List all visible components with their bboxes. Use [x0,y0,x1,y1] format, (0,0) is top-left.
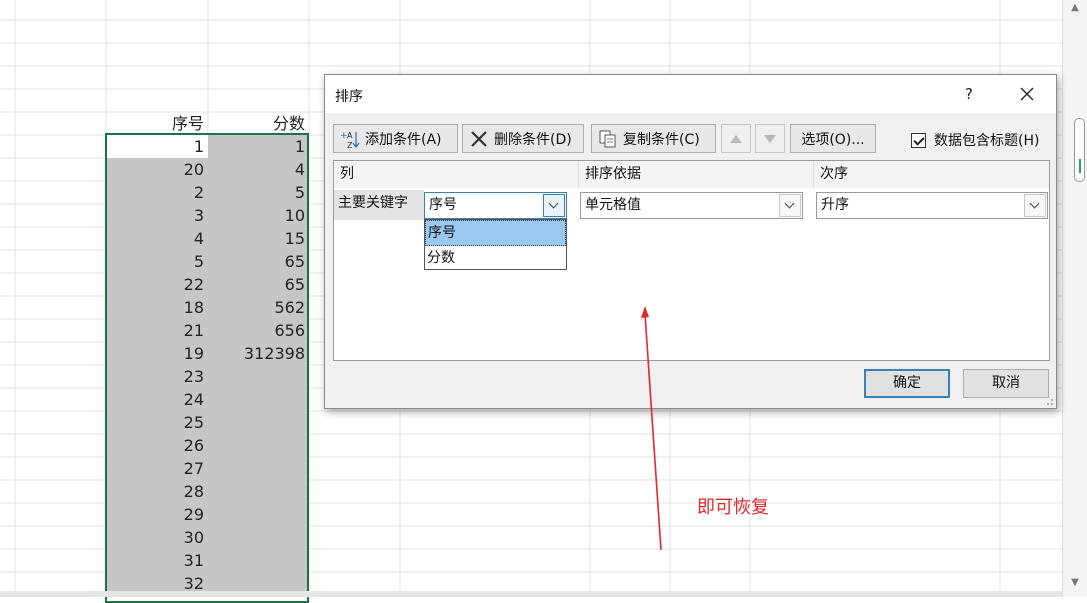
vertical-scrollbar[interactable]: ▲ ▼ [1062,0,1087,597]
horizontal-scrollbar[interactable] [0,591,1062,597]
cell-a[interactable]: 21 [106,319,208,342]
dropdown-option[interactable]: 分数 [425,246,566,270]
cell-a[interactable]: 23 [106,365,208,388]
cell-a[interactable]: 2 [106,181,208,204]
cell-b[interactable]: 10 [208,204,309,227]
chevron-down-icon[interactable] [779,194,801,217]
cell-a[interactable]: 19 [106,342,208,365]
chevron-down-icon[interactable] [543,194,565,217]
has-header-label: 数据包含标题(H) [934,133,1040,149]
cell-b[interactable] [208,480,309,503]
svg-text:Z: Z [347,141,353,150]
cell-b[interactable] [208,411,309,434]
cell-a[interactable]: 28 [106,480,208,503]
cell-a[interactable]: 31 [106,549,208,572]
dialog-title: 排序 [335,89,363,105]
annotation-arrow [641,306,662,551]
chevron-down-icon[interactable] [1024,194,1046,217]
header-cell-b[interactable]: 分数 [208,112,309,135]
resize-grip-icon[interactable] [1044,396,1054,406]
cell-b[interactable]: 65 [208,250,309,273]
annotation-text: 即可恢复 [697,497,769,518]
dropdown-option[interactable]: 序号 [425,220,566,246]
cell-b[interactable] [208,457,309,480]
cell-a[interactable]: 26 [106,434,208,457]
basis-select[interactable]: 单元格值 [580,192,803,219]
checkbox-checked-icon[interactable] [911,132,926,148]
delete-condition-button[interactable]: 删除条件(D) [462,124,584,153]
order-select[interactable]: 升序 [816,192,1048,219]
cell-b[interactable] [208,388,309,411]
add-condition-label: 添加条件(A) [365,131,442,148]
svg-text:A: A [347,131,353,140]
move-up-icon [730,134,742,143]
ok-button[interactable]: 确定 [864,369,950,398]
primary-key-label: 主要关键字 [334,190,424,220]
order-header: 次序 [814,161,1049,188]
cancel-button[interactable]: 取消 [963,369,1049,398]
cell-a[interactable]: 20 [106,158,208,181]
scroll-down-icon[interactable]: ▼ [1068,577,1082,589]
column-select-value: 序号 [429,197,457,213]
cell-b[interactable]: 1 [208,135,309,158]
order-select-value: 升序 [821,197,849,213]
cell-b[interactable] [208,526,309,549]
cell-a[interactable]: 24 [106,388,208,411]
cell-b[interactable] [208,549,309,572]
basis-header: 排序依据 [579,161,814,188]
copy-icon [597,128,619,150]
sort-add-icon: + A Z [339,128,361,150]
cell-a[interactable]: 25 [106,411,208,434]
column-header: 列 [334,161,579,188]
cell-a[interactable]: 4 [106,227,208,250]
move-down-button[interactable] [755,124,785,153]
add-condition-button[interactable]: + A Z 添加条件(A) [333,124,458,153]
cell-a[interactable]: 18 [106,296,208,319]
cell-b[interactable]: 4 [208,158,309,181]
cell-b[interactable]: 656 [208,319,309,342]
active-cell[interactable]: 1 [106,135,208,158]
cell-a[interactable]: 3 [106,204,208,227]
move-down-icon [764,134,776,143]
scroll-thumb[interactable] [1074,118,1085,182]
cell-b[interactable] [208,365,309,388]
cell-a[interactable]: 5 [106,250,208,273]
cell-a[interactable]: 27 [106,457,208,480]
copy-condition-button[interactable]: 复制条件(C) [591,124,716,153]
cell-b[interactable]: 312398 [208,342,309,365]
close-button[interactable] [1013,81,1041,107]
cell-b[interactable]: 15 [208,227,309,250]
column-dropdown-list[interactable]: 序号 分数 [424,219,567,270]
basis-select-value: 单元格值 [585,197,641,213]
header-cell-a[interactable]: 序号 [106,112,208,135]
close-icon [1020,87,1034,101]
cell-b[interactable]: 65 [208,273,309,296]
sort-conditions-panel: 列 排序依据 次序 主要关键字 序号 单元格值 升序 序号 分数 [333,160,1050,361]
cell-b[interactable] [208,503,309,526]
cell-b[interactable]: 5 [208,181,309,204]
has-header-checkbox[interactable]: 数据包含标题(H) [911,130,1039,150]
cell-a[interactable]: 30 [106,526,208,549]
options-label: 选项(O)... [801,131,865,148]
cell-a[interactable]: 22 [106,273,208,296]
cell-a[interactable]: 29 [106,503,208,526]
cell-b[interactable] [208,434,309,457]
help-button[interactable]: ? [955,83,983,105]
delete-condition-label: 删除条件(D) [494,131,572,148]
copy-condition-label: 复制条件(C) [623,131,700,148]
sort-dialog: 排序 ? + A Z 添加条件(A) 删除条件(D) 复制条件(C) 选项(O)… [324,74,1057,409]
dialog-titlebar[interactable]: 排序 ? [325,75,1056,113]
move-up-button[interactable] [721,124,751,153]
scroll-up-icon[interactable]: ▲ [1068,2,1082,14]
delete-x-icon [468,128,490,150]
cell-b[interactable]: 562 [208,296,309,319]
column-select[interactable]: 序号 [424,192,567,219]
scroll-thumb-mark [1079,159,1081,173]
options-button[interactable]: 选项(O)... [790,124,876,153]
